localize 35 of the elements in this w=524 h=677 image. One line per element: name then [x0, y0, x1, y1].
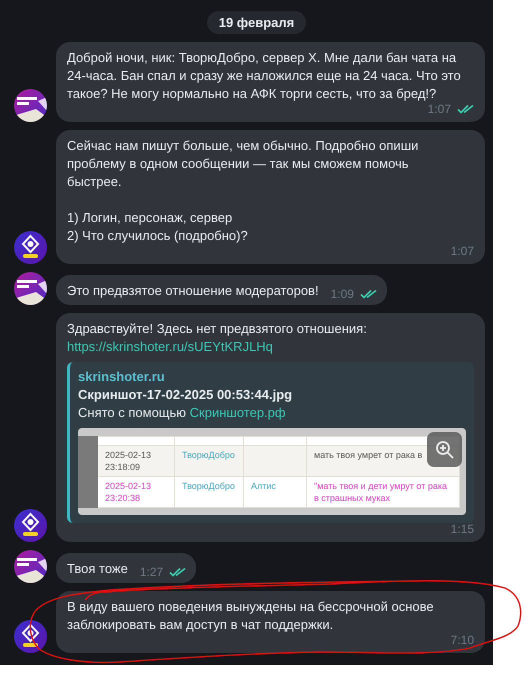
table-cell: 2025-02-13 23:20:38: [105, 481, 152, 503]
avatar-icon[interactable]: [14, 231, 47, 264]
table-cell: ТворюДобро: [182, 481, 235, 491]
table-cell: мать твоя умрет от рака в: [314, 450, 422, 460]
message-text: Доброй ночи, ник: ТворюДобро, сервер X. Мне дали бан чата на 24-часа. Бан спал и сразу же наложился еще на 24 часа. Что это такое? Не могу нормально на АФК торги сесть, что за бред!?: [67, 49, 462, 103]
message-time: 7:10: [450, 632, 474, 649]
avatar-icon[interactable]: [14, 620, 47, 653]
preview-site: skrinshoter.ru: [78, 368, 166, 386]
zoom-button[interactable]: [427, 432, 462, 467]
screenshot-preview[interactable]: 2025-02-13 23:18:09 ТворюДобро мать твоя умрет от рака в 2025-02-13 23:20:38 ТворюДобро Алтис "мать твоя и дети умрут от рака в страшных муках: [78, 428, 466, 515]
avatar-icon[interactable]: [14, 509, 47, 542]
avatar-icon[interactable]: [14, 550, 47, 583]
table-cell: "мать твоя и дети умрут от рака в страшных муках: [314, 481, 448, 503]
table-cell: 2025-02-13 23:18:09: [105, 450, 152, 472]
message-time: 1:07: [428, 101, 451, 118]
table-cell: ТворюДобро: [182, 450, 235, 460]
link-preview-card[interactable]: [67, 362, 474, 523]
message-text: Это предвзятое отношение модераторов!: [67, 282, 319, 300]
message-time: 1:07: [450, 243, 474, 260]
table-cell: Алтис: [251, 481, 276, 491]
message-text: Сейчас нам пишут больше, чем обычно. Подробно опиши проблему в одном сообщении — так мы сможем помочь быстрее. 1) Логин, персонаж, сервер 2) Что случилось (подробно)?: [67, 137, 420, 245]
message-text: Твоя тоже: [67, 560, 128, 578]
message-time: 1:27: [140, 564, 164, 581]
preview-link[interactable]: Скриншотер.рф: [190, 405, 286, 420]
zoom-in-icon: [434, 440, 454, 460]
preview-description: Снято с помощью: [78, 405, 186, 420]
message-time: 1:15: [450, 521, 474, 538]
preview-title: Скриншот-17-02-2025 00:53:44.jpg: [78, 386, 294, 404]
message-text: Здравствуйте! Здесь нет предвзятого отношения:: [67, 320, 368, 338]
message-link[interactable]: https://skrinshoter.ru/sUEYtKRJLHq: [67, 338, 273, 356]
message-text: В виду вашего поведения вынуждены на бессрочной основе заблокировать вам доступ в чат поддержки.: [67, 598, 435, 634]
date-pill: 19 февраля: [206, 11, 306, 34]
avatar-icon[interactable]: [14, 89, 47, 122]
avatar-icon[interactable]: [14, 272, 47, 305]
message-time: 1:09: [330, 286, 354, 303]
